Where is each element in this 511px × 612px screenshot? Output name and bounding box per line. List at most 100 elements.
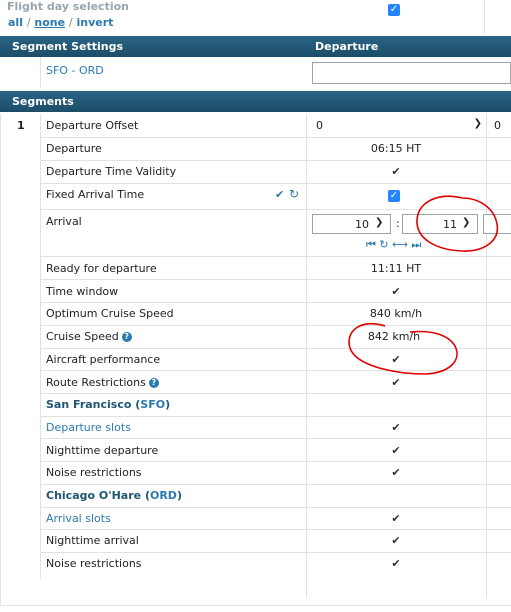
ready-value: 11:11 HT (370, 262, 422, 275)
route-restrictions-label: Route Restrictions? (46, 376, 159, 389)
check-icon: ✔ (391, 421, 401, 434)
check-icon: ✔ (391, 353, 401, 366)
grid-line (40, 348, 511, 349)
arrival-colon: : (396, 217, 400, 230)
check-icon: ✔ (391, 285, 401, 298)
destination-code[interactable]: ORD (150, 489, 177, 502)
undo-icon[interactable]: ↻ (379, 238, 388, 251)
ready-label: Ready for departure (46, 262, 157, 275)
route-dash: - (71, 64, 76, 77)
route-from: SFO (46, 64, 68, 77)
chevron-down-icon: ❯ (375, 217, 384, 228)
cruise-speed-label: Cruise Speed? (46, 330, 132, 343)
check-icon: ✔ (391, 444, 401, 457)
arrival-minute-select[interactable]: 11 ❯ (402, 214, 478, 234)
check-icon: ✔ (391, 534, 401, 547)
segment-settings-header: Segment Settings Departure (0, 36, 511, 57)
grid-line (40, 183, 511, 184)
grid-line (40, 279, 511, 280)
help-icon[interactable]: ? (121, 332, 132, 342)
origin-airport-heading: San Francisco (SFO) (46, 398, 171, 411)
grid-line (40, 438, 511, 439)
grid-line (0, 605, 511, 606)
grid-line (40, 209, 511, 210)
departure-offset-value: 0 (316, 119, 323, 132)
check-icon[interactable]: ✔ (275, 188, 284, 201)
destination-airport-heading: Chicago O'Hare (ORD) (46, 489, 182, 502)
grid-line (40, 302, 511, 303)
destination-city[interactable]: Chicago O'Hare (46, 489, 141, 502)
departure-offset-select[interactable]: 0 ❯ (312, 117, 486, 135)
departure-label: Departure (46, 142, 102, 155)
chevron-down-icon: ❯ (462, 217, 471, 228)
departure-column-header: Departure (315, 40, 379, 53)
arrival-extra-select[interactable] (483, 214, 511, 234)
grid-line (40, 484, 511, 485)
departure-time-input[interactable] (312, 62, 511, 84)
grid-line (40, 507, 511, 508)
arrival-hour-select[interactable]: 10 ❯ (312, 214, 391, 234)
aircraft-perf-label: Aircraft performance (46, 353, 161, 366)
grid-line (40, 160, 511, 161)
route-restrictions-text: Route Restrictions (46, 376, 146, 389)
origin-noise-label: Noise restrictions (46, 466, 142, 479)
flight-day-checkbox[interactable]: ✓ (388, 4, 400, 16)
optimum-speed-label: Optimum Cruise Speed (46, 307, 174, 320)
grid-line (40, 57, 41, 88)
grid-line (40, 137, 511, 138)
grid-line (40, 552, 511, 553)
grid-line (40, 461, 511, 462)
route-to: ORD (78, 64, 104, 77)
divider (484, 0, 485, 34)
help-icon[interactable]: ? (148, 378, 159, 388)
grid-line (40, 370, 511, 371)
grid-line (40, 416, 511, 417)
grid-line (40, 325, 511, 326)
link-separator: / (26, 16, 31, 29)
range-icon[interactable]: ⟷ (392, 238, 408, 251)
segments-header: Segments (0, 91, 511, 112)
chevron-down-icon: ❯ (473, 118, 482, 129)
check-icon: ✔ (391, 557, 401, 570)
cruise-speed-value: 842 km/h (367, 330, 421, 343)
route-row: SFO - ORD (0, 57, 511, 88)
grid-line (486, 114, 487, 598)
fixed-arrival-label: Fixed Arrival Time (46, 188, 145, 201)
invert-selection-link[interactable]: invert (76, 16, 113, 29)
flight-day-title: Flight day selection (7, 0, 129, 13)
arrival-minute-value: 11 (443, 218, 457, 231)
check-icon: ✔ (391, 512, 401, 525)
optimum-speed-value: 840 km/h (369, 307, 423, 320)
nighttime-arrival-label: Nighttime arrival (46, 534, 139, 547)
grid-line (0, 114, 1, 606)
departure-offset-next: 0 (494, 119, 501, 132)
cruise-speed-text: Cruise Speed (46, 330, 119, 343)
select-all-link[interactable]: all (8, 16, 23, 29)
arrival-label: Arrival (46, 215, 82, 228)
check-icon: ✔ (391, 466, 401, 479)
segments-title: Segments (12, 95, 74, 108)
departure-slots-label[interactable]: Departure slots (46, 421, 131, 434)
arrival-hour-value: 10 (355, 218, 369, 231)
link-separator: / (68, 16, 73, 29)
origin-code[interactable]: SFO (140, 398, 165, 411)
undo-icon[interactable]: ↻ (289, 187, 299, 201)
route-label[interactable]: SFO - ORD (46, 64, 104, 77)
destination-noise-label: Noise restrictions (46, 557, 142, 570)
flight-day-links: all / none / invert (8, 16, 113, 29)
arrival-slots-label[interactable]: Arrival slots (46, 512, 111, 525)
grid-line (40, 256, 511, 257)
segment-settings-title: Segment Settings (12, 40, 124, 53)
validity-label: Departure Time Validity (46, 165, 177, 178)
grid-line (40, 393, 511, 394)
grid-line (306, 114, 307, 598)
check-icon: ✔ (391, 165, 401, 178)
fixed-arrival-checkbox[interactable]: ✓ (388, 190, 400, 202)
first-icon[interactable]: ⏮ (366, 238, 376, 251)
select-none-link[interactable]: none (34, 16, 65, 29)
origin-city[interactable]: San Francisco (46, 398, 131, 411)
time-window-label: Time window (46, 285, 119, 298)
last-icon[interactable]: ⏭ (411, 238, 421, 251)
departure-offset-label: Departure Offset (46, 119, 139, 132)
departure-value: 06:15 HT (370, 142, 422, 155)
